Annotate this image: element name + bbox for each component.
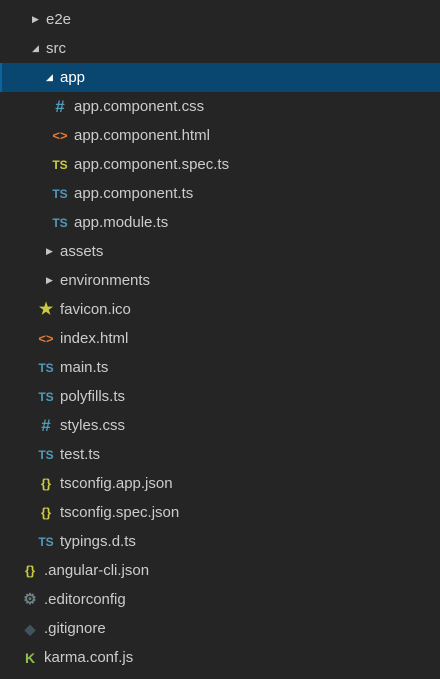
json-file-icon: {} [24,563,36,578]
tree-item-label: app.component.html [74,127,210,144]
tree-item-label: app.component.ts [74,185,194,202]
chevron-right-icon[interactable]: ▶ [32,14,46,25]
tree-item-label: environments [60,272,151,289]
tree-item-label: app.module.ts [74,214,169,231]
tree-item-label: app.component.css [74,98,205,115]
tree-item-label: test.ts [60,446,101,463]
karma-icon: K [24,649,36,666]
tree-item-label: tsconfig.app.json [60,475,173,492]
tree-item-label: tsconfig.spec.json [60,504,180,521]
tree-item-folder-environments[interactable]: ▶ environments [0,266,440,295]
chevron-right-icon[interactable]: ▶ [46,246,60,257]
tree-item-label: e2e [46,11,72,28]
json-file-icon: {} [40,476,52,491]
tree-item-file-gitignore[interactable]: ◆ .gitignore [0,614,440,643]
chevron-down-icon[interactable]: ◢ [32,43,46,54]
tree-item-file-angular-cli-json[interactable]: {} .angular-cli.json [0,556,440,585]
tree-item-label: index.html [60,330,129,347]
tree-item-file-index-html[interactable]: <> index.html [0,324,440,353]
tree-item-label: typings.d.ts [60,533,136,550]
gear-icon: ⚙ [23,591,37,608]
tree-item-label: karma.conf.js [44,649,134,666]
typescript-file-icon: TS [38,389,54,404]
tree-item-folder-e2e[interactable]: ▶ e2e [0,5,440,34]
tree-item-label: polyfills.ts [60,388,126,405]
tree-item-label: app.component.spec.ts [74,156,230,173]
tree-item-label: .angular-cli.json [44,562,150,579]
typescript-spec-file-icon: TS [52,157,68,172]
git-diamond-icon: ◆ [24,620,36,637]
tree-item-file-app-component-ts[interactable]: TS app.component.ts [0,179,440,208]
tree-item-label: app [60,69,86,86]
tree-item-file-tsconfig-app-json[interactable]: {} tsconfig.app.json [0,469,440,498]
tree-item-folder-src[interactable]: ◢ src [0,34,440,63]
typescript-file-icon: TS [38,534,54,549]
css-file-icon: # [41,416,51,435]
chevron-right-icon[interactable]: ▶ [46,275,60,286]
star-icon: ★ [38,300,54,318]
css-file-icon: # [55,97,65,116]
tree-item-file-polyfills-ts[interactable]: TS polyfills.ts [0,382,440,411]
tree-item-label: assets [60,243,104,260]
tree-item-file-app-component-spec-ts[interactable]: TS app.component.spec.ts [0,150,440,179]
file-explorer-tree: ▶ e2e ◢ src ◢ app # app.component.css <> app.comp… [0,0,440,679]
tree-item-file-editorconfig[interactable]: ⚙ .editorconfig [0,585,440,614]
tree-item-file-karma-conf-js[interactable]: Kkarma.conf.js [0,643,440,672]
tree-item-file-typings-d-ts[interactable]: TS typings.d.ts [0,527,440,556]
tree-item-label: main.ts [60,359,109,376]
tree-item-file-favicon-ico[interactable]: ★ favicon.ico [0,295,440,324]
typescript-file-icon: TS [52,215,68,230]
html-file-icon: <> [38,331,54,346]
tree-item-label: styles.css [60,417,126,434]
tree-item-file-main-ts[interactable]: TS main.ts [0,353,440,382]
tree-item-file-app-component-css[interactable]: # app.component.css [0,92,440,121]
tree-item-file-tsconfig-spec-json[interactable]: {} tsconfig.spec.json [0,498,440,527]
tree-item-file-test-ts[interactable]: TS test.ts [0,440,440,469]
tree-item-folder-app[interactable]: ◢ app [0,63,440,92]
tree-item-file-styles-css[interactable]: # styles.css [0,411,440,440]
json-file-icon: {} [40,505,52,520]
tree-item-folder-assets[interactable]: ▶ assets [0,237,440,266]
tree-item-file-app-module-ts[interactable]: TS app.module.ts [0,208,440,237]
typescript-file-icon: TS [52,186,68,201]
html-file-icon: <> [52,128,68,143]
typescript-file-icon: TS [38,447,54,462]
tree-item-label: src [46,40,66,57]
chevron-down-icon[interactable]: ◢ [46,72,60,83]
tree-item-file-app-component-html[interactable]: <> app.component.html [0,121,440,150]
tree-item-label: .gitignore [44,620,106,637]
tree-item-label: favicon.ico [60,301,131,318]
typescript-file-icon: TS [38,360,54,375]
tree-item-label: .editorconfig [44,591,126,608]
